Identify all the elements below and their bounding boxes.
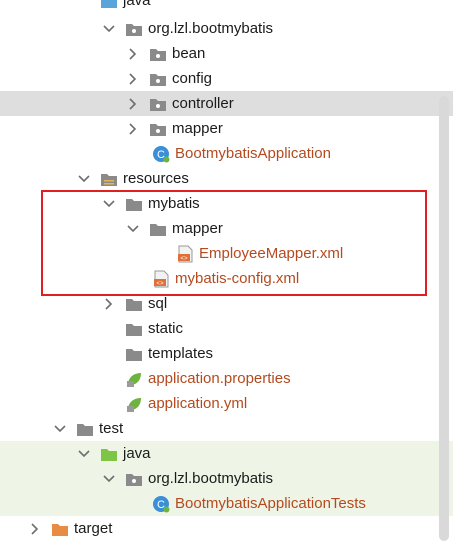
tree-row-label: BootmybatisApplication bbox=[175, 145, 331, 162]
tree-row-label: bean bbox=[172, 45, 206, 62]
tree-row-controller[interactable]: controller bbox=[0, 91, 453, 116]
resources-folder-icon bbox=[100, 170, 118, 188]
chevron-down-icon[interactable] bbox=[101, 191, 117, 216]
tree-row-label: org.lzl.bootmybatis bbox=[148, 470, 274, 487]
tree-row-bootmybatis-application-tests[interactable]: C BootmybatisApplicationTests bbox=[0, 491, 453, 516]
chevron-right-icon[interactable] bbox=[125, 116, 141, 141]
scrollbar-thumb[interactable] bbox=[439, 96, 449, 541]
tree-row-label: resources bbox=[123, 170, 189, 187]
tree-row-application-properties[interactable]: application.properties bbox=[0, 366, 453, 391]
tree-row-label: test bbox=[99, 420, 124, 437]
folder-icon bbox=[125, 295, 143, 313]
tree-row-label: org.lzl.bootmybatis bbox=[148, 20, 274, 37]
tree-row-test-package[interactable]: org.lzl.bootmybatis bbox=[0, 466, 453, 491]
chevron-right-icon[interactable] bbox=[125, 66, 141, 91]
folder-icon bbox=[125, 195, 143, 213]
spring-class-icon: C bbox=[152, 145, 170, 163]
chevron-down-icon[interactable] bbox=[101, 16, 117, 41]
folder-green-icon bbox=[100, 445, 118, 463]
package-icon bbox=[125, 470, 143, 488]
chevron-down-icon[interactable] bbox=[125, 216, 141, 241]
tree-row-config[interactable]: config bbox=[0, 66, 453, 91]
tree-row-label: sql bbox=[148, 295, 168, 312]
svg-text:<>: <> bbox=[156, 280, 164, 287]
tree-row-label: application.properties bbox=[148, 370, 291, 387]
tree-row-label: controller bbox=[172, 95, 234, 112]
tree-row-label: mapper bbox=[172, 120, 223, 137]
package-icon bbox=[149, 45, 167, 63]
tree-row-label: BootmybatisApplicationTests bbox=[175, 495, 366, 512]
xml-file-icon: <> bbox=[176, 245, 194, 263]
tree-row-label: mapper bbox=[172, 220, 223, 237]
tree-row-sql[interactable]: sql bbox=[0, 291, 453, 316]
chevron-right-icon[interactable] bbox=[101, 291, 117, 316]
svg-text:<>: <> bbox=[180, 255, 188, 262]
chevron-down-icon[interactable] bbox=[101, 466, 117, 491]
tree-row-package[interactable]: org.lzl.bootmybatis bbox=[0, 16, 453, 41]
tree-row-label: templates bbox=[148, 345, 214, 362]
folder-icon bbox=[125, 320, 143, 338]
tree-row-application-yml[interactable]: application.yml bbox=[0, 391, 453, 416]
tree-row-label: config bbox=[172, 70, 213, 87]
spring-properties-icon bbox=[125, 395, 143, 413]
tree-row-label: target bbox=[74, 520, 113, 537]
folder-orange-icon bbox=[51, 520, 69, 538]
project-tree: java org.lzl.bootmybatis bean config con… bbox=[0, 0, 453, 541]
tree-row-java[interactable]: java bbox=[0, 0, 453, 13]
chevron-right-icon[interactable] bbox=[125, 41, 141, 66]
package-icon bbox=[149, 120, 167, 138]
package-icon bbox=[125, 20, 143, 38]
xml-file-icon: <> bbox=[152, 270, 170, 288]
tree-row-label: mybatis bbox=[148, 195, 200, 212]
tree-row-label: EmployeeMapper.xml bbox=[199, 245, 344, 262]
tree-row-bootmybatis-application[interactable]: C BootmybatisApplication bbox=[0, 141, 453, 166]
folder-blue-icon bbox=[100, 0, 118, 10]
package-icon bbox=[149, 95, 167, 113]
tree-row-label: application.yml bbox=[148, 395, 248, 412]
vertical-scrollbar[interactable] bbox=[435, 0, 453, 541]
chevron-right-icon[interactable] bbox=[125, 91, 141, 116]
tree-row-test-java[interactable]: java bbox=[0, 441, 453, 466]
folder-icon bbox=[149, 220, 167, 238]
spring-class-icon: C bbox=[152, 495, 170, 513]
folder-icon bbox=[125, 345, 143, 363]
tree-row-mybatis-config-xml[interactable]: <> mybatis-config.xml bbox=[0, 266, 453, 291]
folder-icon bbox=[76, 420, 94, 438]
tree-row-templates[interactable]: templates bbox=[0, 341, 453, 366]
spring-properties-icon bbox=[125, 370, 143, 388]
tree-row-label: static bbox=[148, 320, 184, 337]
package-icon bbox=[149, 70, 167, 88]
chevron-down-icon[interactable] bbox=[52, 416, 68, 441]
chevron-down-icon[interactable] bbox=[76, 441, 92, 466]
tree-row-static[interactable]: static bbox=[0, 316, 453, 341]
tree-row-bean[interactable]: bean bbox=[0, 41, 453, 66]
chevron-down-icon[interactable] bbox=[76, 166, 92, 191]
tree-row-test[interactable]: test bbox=[0, 416, 453, 441]
tree-row-mybatis[interactable]: mybatis bbox=[0, 191, 453, 216]
chevron-right-icon[interactable] bbox=[27, 516, 43, 541]
tree-row-target[interactable]: target bbox=[0, 516, 453, 541]
tree-row-mapper-folder[interactable]: mapper bbox=[0, 216, 453, 241]
tree-row-label: java bbox=[123, 445, 151, 462]
tree-row-mapper-package[interactable]: mapper bbox=[0, 116, 453, 141]
tree-row-resources[interactable]: resources bbox=[0, 166, 453, 191]
tree-row-label: mybatis-config.xml bbox=[175, 270, 300, 287]
tree-row-employee-mapper-xml[interactable]: <> EmployeeMapper.xml bbox=[0, 241, 453, 266]
tree-row-label: java bbox=[123, 0, 151, 9]
